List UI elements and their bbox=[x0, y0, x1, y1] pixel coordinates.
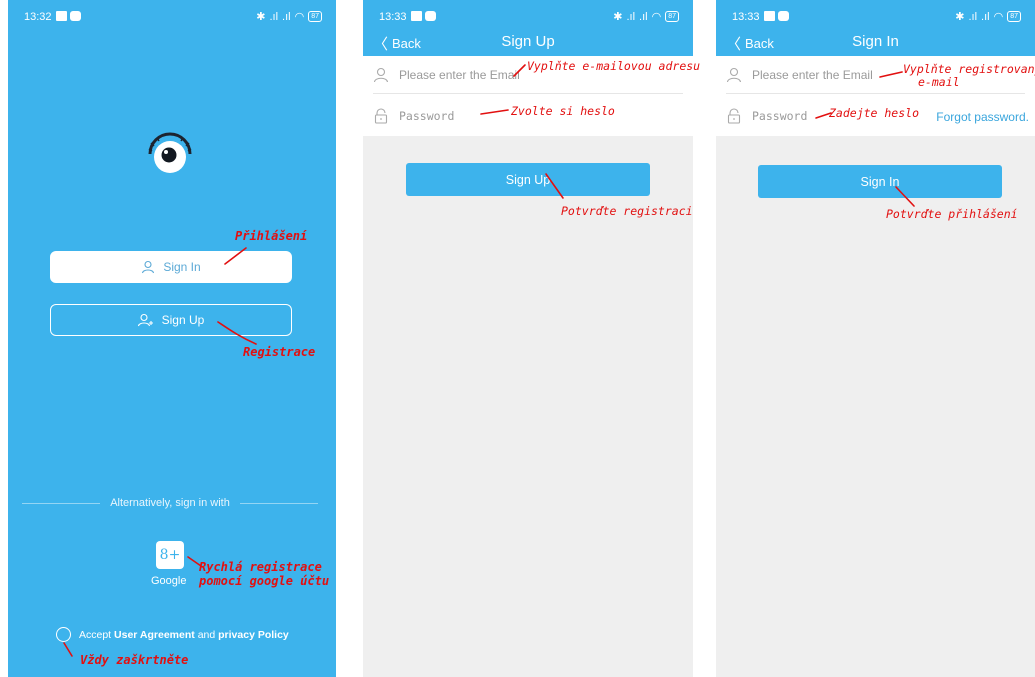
email-placeholder: Please enter the Email bbox=[752, 67, 873, 82]
annotation-sign-in: Přihlášení bbox=[235, 229, 308, 243]
bluetooth-icon: ✱ bbox=[955, 11, 965, 23]
status-bar: 13:33 ✱ .ıl .ıl ◠ 87 bbox=[363, 0, 693, 30]
header-bar: 13:33 ✱ .ıl .ıl ◠ 87 〈 Back Sign In bbox=[716, 0, 1035, 56]
app-logo-eye-icon bbox=[148, 132, 192, 173]
divider-line bbox=[239, 502, 318, 504]
add-user-icon bbox=[137, 313, 153, 327]
status-time: 13:33 bbox=[379, 11, 407, 23]
annotation-submit: Potvrďte přihlášení bbox=[886, 207, 1018, 221]
agreement-text: Accept User Agreement and privacy Policy bbox=[79, 629, 289, 641]
signal-icon: .ıl bbox=[626, 10, 636, 23]
status-time: 13:32 bbox=[24, 11, 52, 23]
wifi-icon: ◠ bbox=[651, 11, 662, 23]
annotation-submit: Potvrďte registraci bbox=[561, 204, 693, 218]
agreement-checkbox[interactable] bbox=[56, 627, 71, 642]
google-label: Google bbox=[151, 575, 187, 587]
lock-icon bbox=[727, 108, 741, 124]
sign-up-label: Sign Up bbox=[161, 313, 205, 327]
status-bar: 13:33 ✱ .ıl .ıl ◠ 87 bbox=[716, 0, 1035, 30]
sign-in-label: Sign In bbox=[163, 260, 201, 274]
email-placeholder: Please enter the Email bbox=[399, 67, 520, 82]
agreement-connector: and bbox=[197, 628, 216, 641]
sign-up-button[interactable]: Sign Up bbox=[50, 304, 292, 336]
sign-up-screen: 13:33 ✱ .ıl .ıl ◠ 87 〈 Back Sign Up Plea… bbox=[363, 0, 693, 677]
annotation-agreement: Vždy zaškrtněte bbox=[80, 653, 189, 667]
annotation-email-line2: e-mail bbox=[918, 75, 960, 89]
notification-icon bbox=[70, 11, 81, 21]
wifi-icon: ◠ bbox=[294, 11, 305, 23]
signal-icon: .ıl bbox=[639, 10, 648, 23]
divider-line bbox=[22, 502, 101, 504]
annotation-google-line2: pomocí google účtu bbox=[199, 574, 330, 588]
battery-icon: 87 bbox=[665, 11, 679, 22]
password-placeholder: Password bbox=[752, 109, 808, 123]
page-title: Sign Up bbox=[501, 33, 555, 50]
battery-icon: 87 bbox=[308, 11, 322, 22]
user-icon bbox=[142, 260, 155, 274]
signal-icon: .ıl bbox=[269, 10, 279, 23]
password-placeholder: Password bbox=[399, 109, 455, 123]
sign-in-submit-button[interactable]: Sign In bbox=[758, 165, 1002, 198]
notification-icon bbox=[411, 11, 422, 21]
annotation-google-line1: Rychlá registrace bbox=[199, 560, 322, 574]
instruction-stage: 13:32 ✱ .ıl .ıl ◠ 87 Sign In Sign Up Alt… bbox=[0, 0, 1035, 677]
user-icon bbox=[373, 67, 389, 82]
battery-icon: 87 bbox=[1007, 11, 1021, 22]
privacy-policy-link[interactable]: privacy Policy bbox=[218, 629, 289, 641]
signal-icon: .ıl bbox=[968, 10, 978, 23]
sign-in-button[interactable]: Sign In bbox=[50, 251, 292, 283]
bluetooth-icon: ✱ bbox=[256, 11, 266, 23]
signal-icon: .ıl bbox=[282, 10, 291, 23]
bluetooth-icon: ✱ bbox=[613, 11, 623, 23]
alternative-signin-divider: Alternatively, sign in with bbox=[22, 497, 318, 509]
status-bar: 13:32 ✱ .ıl .ıl ◠ 87 bbox=[8, 0, 336, 30]
agreement-row: Accept User Agreement and privacy Policy bbox=[56, 627, 289, 642]
user-icon bbox=[726, 67, 742, 82]
page-title: Sign In bbox=[852, 33, 899, 50]
header-bar: 13:33 ✱ .ıl .ıl ◠ 87 〈 Back Sign Up bbox=[363, 0, 693, 56]
sign-in-screen: 13:33 ✱ .ıl .ıl ◠ 87 〈 Back Sign In Plea… bbox=[716, 0, 1035, 677]
notification-icon bbox=[778, 11, 789, 21]
annotation-sign-up: Registrace bbox=[243, 345, 316, 359]
sign-up-submit-button[interactable]: Sign Up bbox=[406, 163, 650, 196]
annotation-email: Vyplňte e-mailovou adresu bbox=[527, 59, 701, 73]
status-icons: ✱ .ıl .ıl ◠ 87 bbox=[256, 10, 322, 23]
status-icons: ✱ .ıl .ıl ◠ 87 bbox=[955, 10, 1021, 23]
signal-icon: .ıl bbox=[981, 10, 990, 23]
status-time: 13:33 bbox=[732, 11, 760, 23]
notification-icon bbox=[425, 11, 436, 21]
forgot-password-link[interactable]: Forgot password. bbox=[936, 110, 1029, 124]
lock-icon bbox=[374, 108, 388, 124]
notification-icon bbox=[764, 11, 775, 21]
google-signin-button[interactable]: 8+ bbox=[156, 541, 184, 569]
annotation-password: Zadejte heslo bbox=[829, 106, 920, 120]
user-agreement-link[interactable]: User Agreement bbox=[114, 629, 195, 641]
notification-icon bbox=[56, 11, 67, 21]
annotation-password: Zvolte si heslo bbox=[511, 104, 615, 118]
alternative-signin-text: Alternatively, sign in with bbox=[110, 497, 230, 509]
status-icons: ✱ .ıl .ıl ◠ 87 bbox=[613, 10, 679, 23]
google-plus-icon: 8+ bbox=[159, 547, 181, 563]
wifi-icon: ◠ bbox=[993, 11, 1004, 23]
agreement-prefix: Accept bbox=[79, 628, 112, 641]
